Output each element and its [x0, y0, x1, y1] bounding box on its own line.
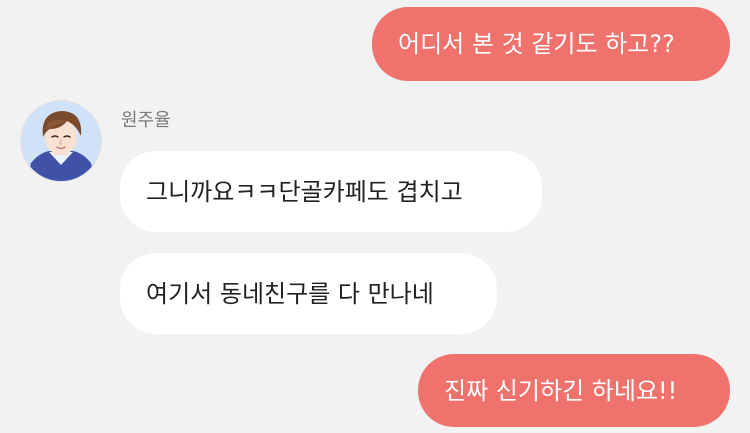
message-text: 여기서 동네친구를 다 만나네: [146, 279, 434, 308]
message-text: 그니까요ㅋㅋ단골카페도 겹치고: [146, 177, 463, 206]
message-text: 진짜 신기하긴 하네요!!: [444, 376, 678, 405]
other-message-bubble[interactable]: 여기서 동네친구를 다 만나네: [120, 253, 497, 334]
message-text: 어디서 본 것 같기도 하고??: [398, 30, 675, 58]
avatar[interactable]: [20, 100, 102, 182]
avatar-illustration-icon: [21, 101, 101, 181]
chat-area: 어디서 본 것 같기도 하고?? 원주율 그니까요ㅋㅋ단골카페도 겹치고 여기서…: [0, 0, 750, 433]
sender-name: 원주율: [121, 110, 171, 131]
other-message-bubble[interactable]: 그니까요ㅋㅋ단골카페도 겹치고: [120, 151, 542, 232]
my-message-bubble[interactable]: 진짜 신기하긴 하네요!!: [418, 354, 730, 427]
my-message-bubble[interactable]: 어디서 본 것 같기도 하고??: [372, 7, 730, 81]
